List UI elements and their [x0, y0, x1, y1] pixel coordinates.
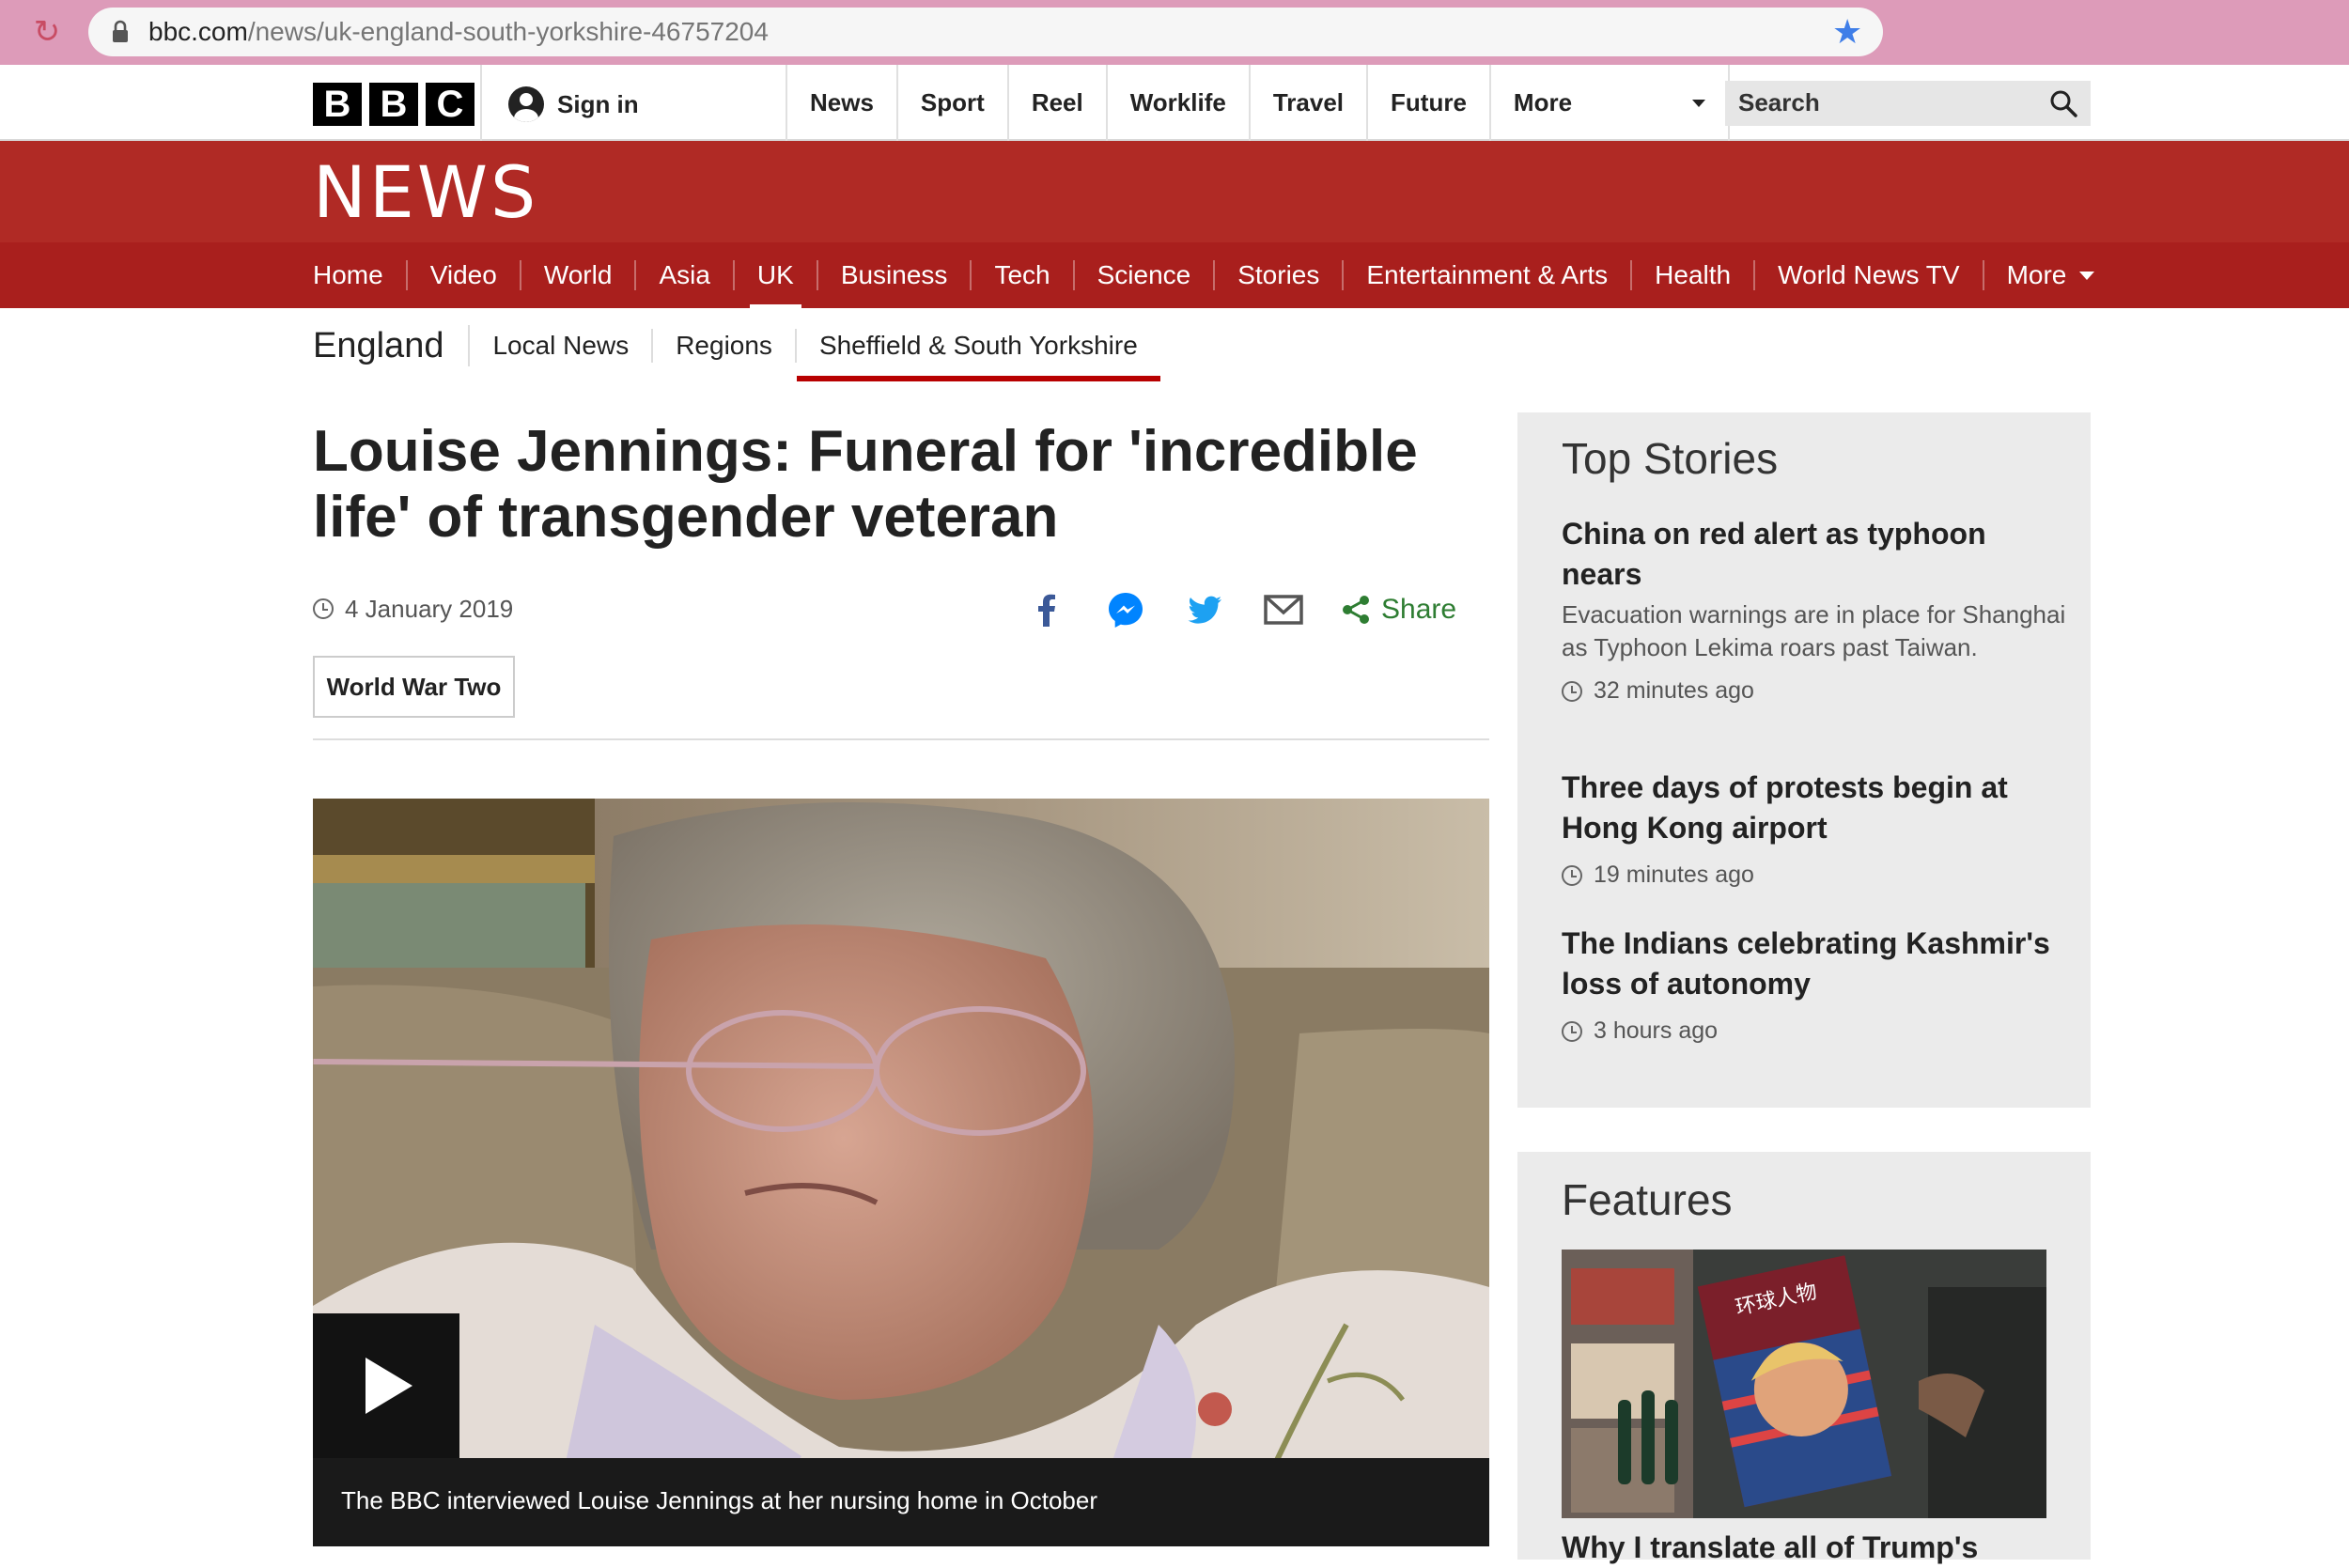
news-nav-more[interactable]: More: [1984, 260, 2118, 290]
topnav-worklife[interactable]: Worklife: [1105, 65, 1249, 141]
news-logo[interactable]: NEWS: [313, 150, 538, 235]
search-icon[interactable]: [2049, 89, 2077, 117]
features-panel: Features 环球人物 Why I translate all of Tru…: [1517, 1152, 2091, 1564]
news-nav-science[interactable]: Science: [1075, 260, 1216, 290]
story-item[interactable]: Three days of protests begin at Hong Kon…: [1562, 768, 2069, 889]
top-stories-panel: Top Stories China on red alert as typhoo…: [1517, 412, 2091, 1108]
sign-in-link[interactable]: Sign in: [508, 84, 639, 125]
news-nav-more-label: More: [2006, 260, 2067, 289]
news-nav-business[interactable]: Business: [818, 260, 972, 290]
story-title[interactable]: The Indians celebrating Kashmir's loss o…: [1562, 924, 2069, 1004]
feature-photo: 环球人物: [1562, 1250, 2046, 1518]
subnav-sheffield[interactable]: Sheffield & South Yorkshire: [796, 329, 1160, 381]
features-title: Features: [1562, 1175, 1733, 1224]
story-item[interactable]: China on red alert as typhoon nears Evac…: [1562, 514, 2069, 705]
play-button[interactable]: [313, 1313, 459, 1458]
video-still-image: [313, 799, 1489, 1546]
messenger-icon[interactable]: [1103, 587, 1148, 632]
topnav-sport[interactable]: Sport: [895, 65, 1007, 141]
url-host: bbc.com: [148, 17, 248, 46]
lock-icon: [113, 20, 128, 42]
story-time-text: 32 minutes ago: [1594, 677, 1754, 704]
secondary-nav: England Local News Regions Sheffield & S…: [313, 316, 1160, 381]
story-title[interactable]: Three days of protests begin at Hong Kon…: [1562, 768, 2069, 848]
feature-image[interactable]: 环球人物: [1562, 1250, 2046, 1518]
story-summary: Evacuation warnings are in place for Sha…: [1562, 600, 2066, 661]
topnav-more[interactable]: More: [1488, 65, 1730, 141]
topnav-travel[interactable]: Travel: [1248, 65, 1366, 141]
topic-tag[interactable]: World War Two: [313, 656, 515, 718]
news-nav-asia[interactable]: Asia: [636, 260, 735, 290]
share-icon: [1343, 596, 1369, 624]
search-placeholder: Search: [1738, 88, 1820, 116]
story-time: 3 hours ago: [1562, 1017, 2069, 1045]
sign-in-label: Sign in: [557, 89, 639, 118]
chevron-down-icon: [2079, 271, 2095, 280]
section-title[interactable]: England: [313, 325, 471, 366]
news-nav-home[interactable]: Home: [313, 260, 408, 290]
bbc-logo-letter: B: [369, 83, 418, 126]
bbc-logo-letter: C: [426, 83, 474, 126]
topnav-news[interactable]: News: [786, 65, 896, 141]
article-date-text: 4 January 2019: [345, 594, 514, 623]
news-nav-stories[interactable]: Stories: [1215, 260, 1345, 290]
story-time: 19 minutes ago: [1562, 862, 2069, 889]
subnav-local-news[interactable]: Local News: [470, 329, 654, 363]
user-icon: [508, 86, 544, 122]
news-nav-world-news-tv[interactable]: World News TV: [1755, 260, 1984, 290]
chevron-down-icon: [1691, 99, 1705, 107]
news-nav-tech[interactable]: Tech: [972, 260, 1075, 290]
search-input[interactable]: Search: [1725, 81, 2091, 126]
share-label: Share: [1381, 594, 1457, 625]
news-nav-entertainment[interactable]: Entertainment & Arts: [1344, 260, 1633, 290]
news-nav-health[interactable]: Health: [1632, 260, 1756, 290]
clock-icon: [1562, 1020, 1582, 1042]
story-time-text: 19 minutes ago: [1594, 862, 1754, 888]
news-nav: Home Video World Asia UK Business Tech S…: [0, 242, 2349, 310]
news-nav-uk[interactable]: UK: [735, 260, 818, 310]
topnav-reel[interactable]: Reel: [1006, 65, 1106, 141]
clock-icon: [313, 598, 334, 619]
topnav-more-label: More: [1513, 88, 1573, 116]
news-nav-world[interactable]: World: [521, 260, 637, 290]
story-title[interactable]: China on red alert as typhoon nears: [1562, 514, 2069, 595]
bbc-logo-letter: B: [313, 83, 362, 126]
twitter-icon[interactable]: [1182, 587, 1227, 632]
topnav-future[interactable]: Future: [1366, 65, 1489, 141]
feature-title[interactable]: Why I translate all of Trump's: [1562, 1528, 2069, 1568]
bookmark-star-icon[interactable]: ★: [1832, 13, 1862, 51]
article-date: 4 January 2019: [313, 592, 513, 626]
video-caption: The BBC interviewed Louise Jennings at h…: [313, 1458, 1489, 1546]
divider: [313, 738, 1489, 740]
article-headline: Louise Jennings: Funeral for 'incredible…: [313, 419, 1418, 550]
bbc-logo[interactable]: B B C: [313, 83, 474, 126]
story-time: 32 minutes ago: [1562, 677, 2069, 705]
clock-icon: [1562, 864, 1582, 886]
story-item[interactable]: The Indians celebrating Kashmir's loss o…: [1562, 924, 2069, 1045]
story-time-text: 3 hours ago: [1594, 1017, 1719, 1044]
url-path: /news/uk-england-south-yorkshire-4675720…: [247, 17, 769, 46]
divider: [480, 65, 482, 141]
news-nav-video[interactable]: Video: [408, 260, 521, 290]
url-text[interactable]: bbc.com/news/uk-england-south-yorkshire-…: [148, 13, 769, 51]
email-icon[interactable]: [1261, 587, 1306, 632]
reload-icon[interactable]: ↻: [28, 13, 66, 51]
facebook-icon[interactable]: [1024, 587, 1069, 632]
share-tools: Share: [1024, 586, 1456, 633]
bbc-topnav: News Sport Reel Worklife Travel Future M…: [786, 65, 1730, 141]
clock-icon: [1562, 680, 1582, 702]
share-button[interactable]: Share: [1340, 594, 1456, 626]
top-stories-title: Top Stories: [1562, 434, 1779, 483]
subnav-regions[interactable]: Regions: [653, 329, 797, 363]
video-player[interactable]: [313, 799, 1489, 1546]
